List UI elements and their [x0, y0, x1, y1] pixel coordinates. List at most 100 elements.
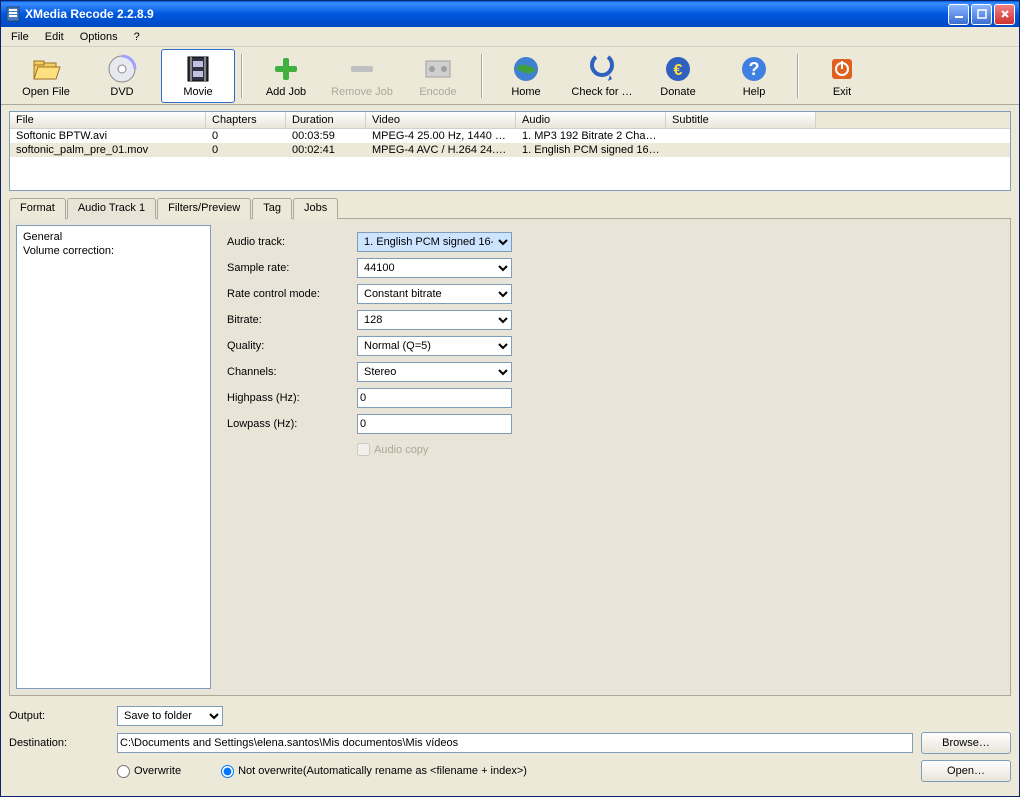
side-panel[interactable]: General Volume correction:	[16, 225, 211, 689]
titlebar-text: XMedia Recode 2.2.8.9	[25, 7, 946, 21]
encode-label: Encode	[419, 86, 456, 98]
quality-select[interactable]: Normal (Q=5)	[357, 336, 512, 356]
lowpass-label: Lowpass (Hz):	[227, 418, 357, 430]
channels-select[interactable]: Stereo	[357, 362, 512, 382]
tab-format[interactable]: Format	[9, 198, 66, 219]
not-overwrite-radio[interactable]	[221, 765, 234, 778]
tab-audio-track-1[interactable]: Audio Track 1	[67, 198, 156, 219]
cell-file: softonic_palm_pre_01.mov	[10, 143, 206, 157]
channels-label: Channels:	[227, 366, 357, 378]
toolbar-separator	[797, 54, 799, 98]
cell-subtitle	[666, 143, 816, 157]
titlebar[interactable]: XMedia Recode 2.2.8.9	[1, 1, 1019, 27]
rate-control-select[interactable]: Constant bitrate	[357, 284, 512, 304]
donate-button[interactable]: € Donate	[641, 49, 715, 103]
sample-rate-select[interactable]: 44100	[357, 258, 512, 278]
check-button[interactable]: Check for …	[565, 49, 639, 103]
bitrate-select[interactable]: 128	[357, 310, 512, 330]
dest-input[interactable]	[117, 733, 913, 753]
tabs: FormatAudio Track 1Filters/PreviewTagJob…	[9, 198, 1011, 219]
audio-copy-label: Audio copy	[374, 444, 428, 456]
col-duration[interactable]: Duration	[286, 112, 366, 128]
cell-video: MPEG-4 25.00 Hz, 1440 x …	[366, 129, 516, 143]
app-icon	[5, 6, 21, 22]
cell-chapters: 0	[206, 143, 286, 157]
cell-duration: 00:02:41	[286, 143, 366, 157]
highpass-label: Highpass (Hz):	[227, 392, 357, 404]
svg-text:€: €	[674, 62, 683, 79]
dvd-label: DVD	[110, 86, 133, 98]
cell-chapters: 0	[206, 129, 286, 143]
menubar: File Edit Options ?	[1, 27, 1019, 47]
sample-rate-label: Sample rate:	[227, 262, 357, 274]
check-icon	[586, 53, 618, 85]
col-file[interactable]: File	[10, 112, 206, 128]
add-job-label: Add Job	[266, 86, 306, 98]
open-file-icon	[30, 53, 62, 85]
side-general[interactable]: General	[21, 230, 206, 244]
home-label: Home	[511, 86, 540, 98]
cell-subtitle	[666, 129, 816, 143]
close-button[interactable]	[994, 4, 1015, 25]
help-label: Help	[743, 86, 766, 98]
svg-text:?: ?	[749, 59, 760, 79]
minimize-button[interactable]	[948, 4, 969, 25]
file-list[interactable]: File Chapters Duration Video Audio Subti…	[9, 111, 1011, 191]
toolbar-separator	[241, 54, 243, 98]
menu-file[interactable]: File	[3, 29, 37, 45]
menu-edit[interactable]: Edit	[37, 29, 72, 45]
audio-track-label: Audio track:	[227, 236, 357, 248]
open-file-label: Open File	[22, 86, 70, 98]
remove-job-label: Remove Job	[331, 86, 393, 98]
toolbar: Open File DVD Movie Add Job Remove Job Encode…	[1, 47, 1019, 105]
col-video[interactable]: Video	[366, 112, 516, 128]
exit-button[interactable]: Exit	[805, 49, 879, 103]
dvd-button[interactable]: DVD	[85, 49, 159, 103]
audio-track-select[interactable]: 1. English PCM signed 16-bit Little	[357, 232, 512, 252]
movie-label: Movie	[183, 86, 212, 98]
tab-tag[interactable]: Tag	[252, 198, 292, 219]
remove-job-icon	[346, 53, 378, 85]
output-select[interactable]: Save to folder	[117, 706, 223, 726]
file-list-row[interactable]: softonic_palm_pre_01.mov000:02:41MPEG-4 …	[10, 143, 1010, 157]
col-chapters[interactable]: Chapters	[206, 112, 286, 128]
rate-control-label: Rate control mode:	[227, 288, 357, 300]
open-button[interactable]: Open…	[921, 760, 1011, 782]
form-panel: Audio track: 1. English PCM signed 16-bi…	[211, 225, 1004, 689]
help-icon: ?	[738, 53, 770, 85]
donate-icon: €	[662, 53, 694, 85]
output-label: Output:	[9, 710, 117, 722]
cell-audio: 1. English PCM signed 16-…	[516, 143, 666, 157]
file-list-header: File Chapters Duration Video Audio Subti…	[10, 112, 1010, 129]
home-icon	[510, 53, 542, 85]
overwrite-radio-label[interactable]: Overwrite	[117, 765, 181, 778]
menu-options[interactable]: Options	[72, 29, 126, 45]
cell-file: Softonic BPTW.avi	[10, 129, 206, 143]
maximize-button[interactable]	[971, 4, 992, 25]
file-list-row[interactable]: Softonic BPTW.avi000:03:59MPEG-4 25.00 H…	[10, 129, 1010, 143]
open-file-button[interactable]: Open File	[9, 49, 83, 103]
lowpass-input[interactable]	[357, 414, 512, 434]
remove-job-button: Remove Job	[325, 49, 399, 103]
tab-filters-preview[interactable]: Filters/Preview	[157, 198, 251, 219]
tab-jobs[interactable]: Jobs	[293, 198, 338, 219]
movie-button[interactable]: Movie	[161, 49, 235, 103]
col-audio[interactable]: Audio	[516, 112, 666, 128]
home-button[interactable]: Home	[489, 49, 563, 103]
toolbar-separator	[481, 54, 483, 98]
highpass-input[interactable]	[357, 388, 512, 408]
side-volume[interactable]: Volume correction:	[21, 244, 206, 258]
exit-icon	[826, 53, 858, 85]
col-subtitle[interactable]: Subtitle	[666, 112, 816, 128]
browse-button[interactable]: Browse…	[921, 732, 1011, 754]
content-area: File Chapters Duration Video Audio Subti…	[1, 105, 1019, 702]
tabs-area: FormatAudio Track 1Filters/PreviewTagJob…	[9, 197, 1011, 696]
dvd-icon	[106, 53, 138, 85]
bottom-panel: Output: Save to folder Destination: Brow…	[1, 702, 1019, 796]
menu-help[interactable]: ?	[126, 29, 148, 45]
not-overwrite-radio-label[interactable]: Not overwrite(Automatically rename as <f…	[221, 765, 527, 778]
add-job-button[interactable]: Add Job	[249, 49, 323, 103]
help-button[interactable]: ? Help	[717, 49, 791, 103]
overwrite-radio[interactable]	[117, 765, 130, 778]
donate-label: Donate	[660, 86, 695, 98]
